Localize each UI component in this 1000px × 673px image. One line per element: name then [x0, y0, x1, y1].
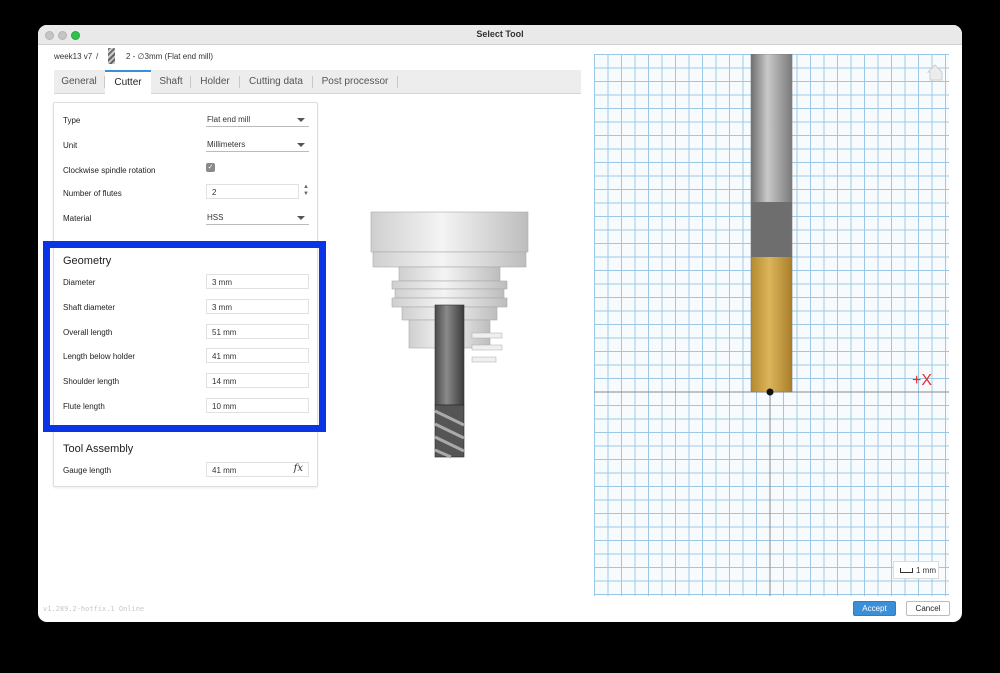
material-select[interactable]: HSS — [206, 210, 309, 225]
tool-tip-origin — [766, 388, 774, 396]
window-title: Select Tool — [476, 29, 524, 39]
holder-ring — [391, 280, 508, 290]
tool-profile — [594, 54, 949, 596]
tab-divider — [397, 76, 398, 88]
scale-label: 1 mm — [916, 566, 936, 575]
tool-preview — [370, 211, 529, 459]
holder-ring — [394, 288, 505, 299]
holder-slot — [471, 356, 497, 363]
profile-shaft — [751, 54, 792, 202]
select-tool-dialog: Select Tool week13 v7 / 2 - ∅3mm (Flat e… — [38, 25, 962, 622]
chevron-down-icon — [297, 118, 305, 122]
holder-slot — [471, 332, 503, 339]
geometry-highlight-box — [43, 241, 326, 432]
tool-shank — [434, 304, 465, 406]
version-label: v1.289.2-hotfix.1 Online — [43, 605, 145, 613]
tab-general[interactable]: General — [54, 70, 104, 94]
end-mill-icon — [108, 48, 115, 64]
type-label: Type — [63, 116, 81, 125]
chevron-down-icon — [297, 143, 305, 147]
title-bar: Select Tool — [38, 25, 962, 45]
clockwise-checkbox[interactable]: ✓ — [206, 163, 215, 172]
gauge-length-label: Gauge length — [63, 466, 112, 475]
holder-neck — [398, 266, 501, 282]
flutes-stepper[interactable]: ▲ ▼ — [302, 184, 310, 199]
holder-body — [370, 211, 529, 253]
unit-value: Millimeters — [207, 140, 246, 149]
tab-cutting-data[interactable]: Cutting data — [240, 70, 312, 94]
tool-assembly-title: Tool Assembly — [63, 443, 134, 455]
tab-post-processor[interactable]: Post processor — [313, 70, 397, 94]
unit-label: Unit — [63, 141, 78, 150]
unit-select[interactable]: Millimeters — [206, 137, 309, 152]
gauge-length-value: 41 mm — [212, 466, 237, 475]
x-axis-label: +X — [912, 372, 933, 389]
chevron-down-icon — [297, 216, 305, 220]
scale-bar-icon — [900, 568, 913, 574]
home-icon[interactable] — [926, 64, 943, 81]
breadcrumb-project[interactable]: week13 v7 — [54, 52, 92, 61]
accept-button[interactable]: Accept — [853, 601, 896, 616]
flutes-label: Number of flutes — [63, 189, 122, 198]
tab-bar: General Cutter Shaft Holder Cutting data… — [54, 70, 581, 94]
gauge-length-input[interactable]: 41 mm fx — [206, 462, 309, 477]
breadcrumb-tool: 2 - ∅3mm (Flat end mill) — [126, 52, 213, 61]
type-select[interactable]: Flat end mill — [206, 112, 309, 127]
fx-icon[interactable]: fx — [294, 463, 303, 474]
cancel-button[interactable]: Cancel — [906, 601, 950, 616]
tab-shaft[interactable]: Shaft — [152, 70, 190, 94]
holder-collar — [372, 251, 527, 268]
tab-cutter[interactable]: Cutter — [105, 70, 151, 94]
material-value: HSS — [207, 213, 224, 222]
profile-shoulder — [751, 202, 792, 257]
type-value: Flat end mill — [207, 115, 251, 124]
holder-slot — [471, 344, 503, 351]
clockwise-label: Clockwise spindle rotation — [63, 166, 156, 175]
tab-holder[interactable]: Holder — [191, 70, 239, 94]
breadcrumb-separator: / — [96, 52, 99, 61]
flutes-input[interactable]: 2 — [206, 184, 299, 199]
material-label: Material — [63, 214, 92, 223]
scale-indicator: 1 mm — [893, 561, 939, 579]
tool-2d-viewport[interactable]: +X 1 mm — [594, 54, 949, 596]
profile-flute — [751, 257, 792, 392]
